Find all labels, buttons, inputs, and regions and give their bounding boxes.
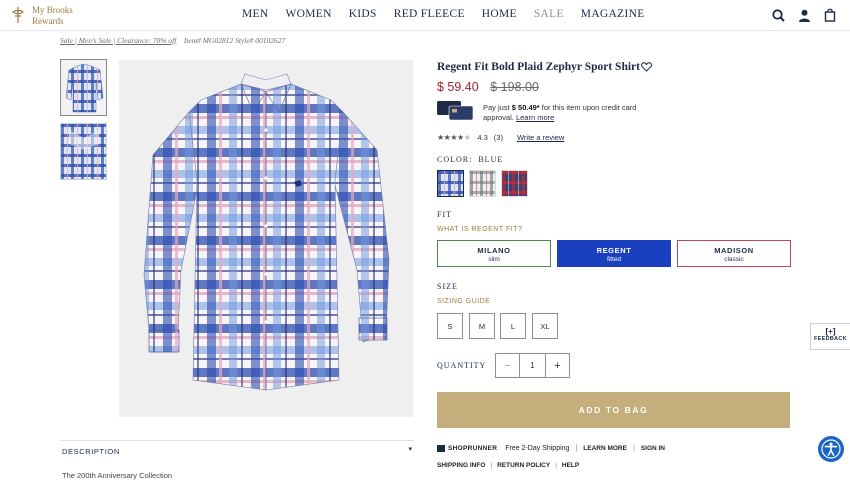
feedback-tab[interactable]: [+] FEEDBACK (810, 323, 850, 350)
fit-option-madison[interactable]: MADISON classic (677, 240, 791, 267)
shoprunner-logo: SHOPRUNNER (437, 445, 497, 452)
header-icons (770, 7, 838, 23)
description-accordion[interactable]: DESCRIPTION ▾ (60, 440, 414, 460)
quantity-increase-button[interactable]: + (545, 354, 569, 377)
nav-home[interactable]: HOME (482, 8, 517, 20)
price: $ 59.40 $ 198.00 (437, 80, 539, 94)
nav-women[interactable]: WOMEN (285, 8, 331, 20)
item-number: Item# MG02812 Style# 00102627 (183, 36, 286, 45)
add-to-bag-button[interactable]: ADD TO BAG (437, 392, 790, 428)
fit-option-regent[interactable]: REGENT fitted (557, 240, 671, 267)
sale-price: $ 59.40 (437, 80, 479, 94)
help-link[interactable]: HELP (562, 462, 579, 469)
divider: | (575, 445, 578, 452)
fit-sub: fitted (606, 256, 622, 263)
shoprunner-sign-in-link[interactable]: SIGN IN (641, 445, 665, 452)
product-thumbnail-1[interactable] (60, 59, 107, 116)
feedback-plus-icon: [+] (825, 327, 836, 336)
fit-name: MILANO (477, 246, 511, 255)
shoprunner-learn-more-link[interactable]: LEARN MORE (583, 445, 627, 452)
description-teaser: The 200th Anniversary Collection (62, 471, 173, 480)
nav-red-fleece[interactable]: RED FLEECE (394, 8, 465, 20)
product-main-image[interactable] (119, 60, 413, 417)
fit-option-milano[interactable]: MILANO slim (437, 240, 551, 267)
fit-label: FIT (437, 210, 452, 219)
color-label-text: COLOR: (437, 155, 473, 164)
learn-more-link[interactable]: Learn more (516, 113, 554, 122)
pay-amount: $ 50.49* (511, 103, 540, 112)
rating-value: 4.3 (477, 133, 488, 142)
shoprunner-icon (437, 445, 445, 452)
nav-kids[interactable]: KIDS (349, 8, 377, 20)
golden-fleece-logo-icon (12, 7, 24, 23)
quantity-decrease-button[interactable]: − (496, 354, 520, 377)
star-rating-icon: ★★★★★ (437, 133, 471, 142)
quantity-label: QUANTITY (437, 361, 487, 370)
quantity-value[interactable]: 1 (520, 354, 545, 377)
policy-links: SHIPPING INFO | RETURN POLICY | HELP (437, 462, 579, 469)
fit-name: REGENT (596, 246, 632, 255)
color-label: COLOR: BLUE (437, 155, 503, 164)
selected-color: BLUE (478, 155, 504, 164)
return-policy-link[interactable]: RETURN POLICY (497, 462, 550, 469)
breadcrumb: Sale | Men's Sale | Clearance: 70% off I… (60, 36, 285, 45)
original-price: $ 198.00 (490, 80, 539, 94)
description-label: DESCRIPTION (62, 447, 120, 456)
breadcrumb-path[interactable]: Sale | Men's Sale | Clearance: 70% off (60, 36, 176, 45)
fit-help-link[interactable]: WHAT IS REGENT FIT? (437, 226, 522, 233)
swatch-blue[interactable] (437, 170, 464, 197)
bag-icon[interactable] (822, 7, 838, 23)
rating-count[interactable]: (3) (494, 133, 503, 142)
size-option-l[interactable]: L (500, 313, 526, 339)
main-nav: MEN WOMEN KIDS RED FLEECE HOME SALE MAGA… (242, 8, 662, 20)
shirt-detail-thumbnail-image (61, 124, 106, 179)
size-label: SIZE (437, 282, 458, 291)
pay-prefix: Pay just (483, 103, 512, 112)
size-option-xl[interactable]: XL (532, 313, 558, 339)
sizing-guide-link[interactable]: SIZING GUIDE (437, 298, 490, 305)
credit-card-icon (437, 101, 474, 121)
rating-row: ★★★★★ 4.3 (3) Write a review (437, 133, 564, 142)
shipping-info-link[interactable]: SHIPPING INFO (437, 462, 485, 469)
fit-sub: classic (724, 256, 744, 263)
free-shipping-text: Free 2-Day Shipping (505, 445, 570, 452)
logo-line-1: My Brooks (32, 5, 73, 15)
search-icon[interactable] (770, 7, 786, 23)
plaid-shirt-image (119, 60, 413, 417)
nav-magazine[interactable]: MAGAZINE (581, 8, 645, 20)
accessibility-icon[interactable] (818, 436, 844, 462)
feedback-label: FEEDBACK (814, 336, 847, 342)
divider: | (490, 462, 493, 469)
credit-card-offer: Pay just $ 50.49* for this item upon cre… (483, 103, 663, 123)
account-icon[interactable] (796, 7, 812, 23)
product-title: Regent Fit Bold Plaid Zephyr Sport Shirt (437, 61, 640, 73)
nav-men[interactable]: MEN (242, 8, 268, 20)
size-option-s[interactable]: S (437, 313, 463, 339)
swatch-grey[interactable] (469, 170, 496, 197)
logo-line-2: Rewards (32, 16, 64, 26)
divider: | (555, 462, 557, 469)
fit-name: MADISON (714, 246, 754, 255)
heart-icon[interactable] (641, 62, 652, 72)
write-review-link[interactable]: Write a review (517, 133, 564, 142)
swatch-red[interactable] (501, 170, 528, 197)
chevron-down-icon: ▾ (408, 446, 412, 453)
site-header: My Brooks Rewards MEN WOMEN KIDS RED FLE… (0, 0, 850, 31)
rewards-logo[interactable]: My Brooks Rewards (10, 4, 80, 28)
shirt-thumbnail-image (61, 60, 106, 115)
shoprunner-label: SHOPRUNNER (448, 445, 498, 452)
divider: | (632, 445, 635, 452)
shoprunner-row: SHOPRUNNER Free 2-Day Shipping | LEARN M… (437, 445, 665, 452)
nav-sale[interactable]: SALE (534, 8, 564, 20)
quantity-stepper: − 1 + (495, 353, 570, 378)
fit-sub: slim (488, 256, 500, 263)
size-option-m[interactable]: M (469, 313, 495, 339)
product-thumbnail-2[interactable] (60, 123, 107, 180)
